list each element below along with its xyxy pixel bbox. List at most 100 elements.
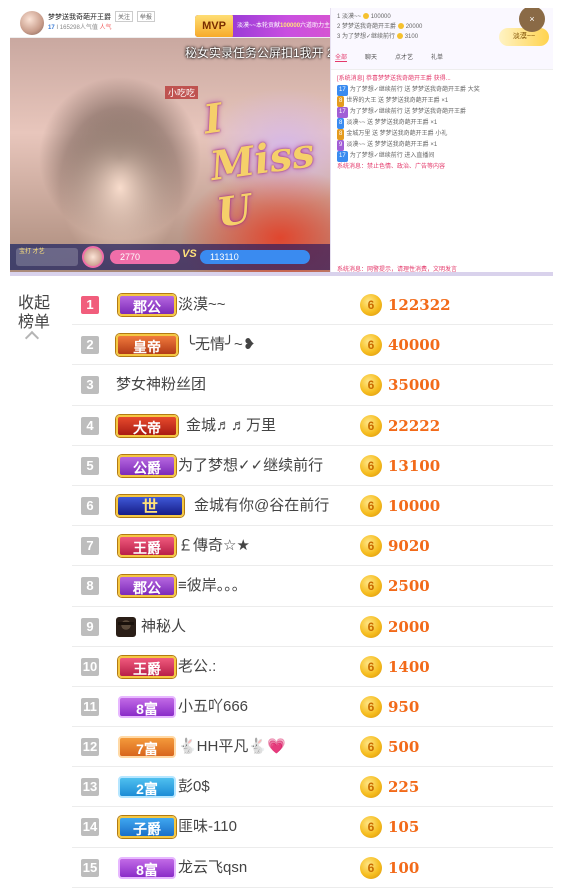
coin-icon: 6	[360, 776, 382, 799]
overlay-tag: 小吃吃	[165, 86, 199, 99]
chat-message: 8 金城万里 送 梦梦送我奇葩开王爵 小礼	[337, 129, 547, 140]
coin-icon: 6	[360, 494, 382, 517]
chat-message-text: 淡漠~~ 送 梦梦送我奇葩开王爵 ×1	[346, 142, 438, 148]
user-name[interactable]: 老公.:	[178, 657, 216, 677]
user-name[interactable]: 金城♬♬万里	[186, 416, 276, 436]
chat-message: 系统消息：禁止色情、政治、广告等内容	[337, 162, 547, 173]
user-name[interactable]: 龙云飞qsn	[178, 858, 247, 878]
chat-message: 17 为了梦想✓继续前行 送 梦梦送我奇葩开王爵	[337, 107, 547, 118]
rank-name: 为了梦想✓继续前行	[342, 34, 396, 40]
leaderboard-row[interactable]: 5 公爵 为了梦想✓✓继续前行 6 13100	[72, 446, 553, 486]
leaderboard-row[interactable]: 7 王爵 ￡傳奇☆★ 6 9020	[72, 526, 553, 567]
coin-icon: 6	[360, 334, 382, 357]
leaderboard-row[interactable]: 10 王爵 老公.: 6 1400	[72, 647, 553, 687]
leaderboard-row[interactable]: 3 梦女神粉丝团 6 35000	[72, 365, 553, 406]
contribution-amount: 40000	[388, 336, 441, 355]
mvp-badge: MVP	[195, 15, 233, 37]
rank-number: 8	[81, 577, 99, 596]
coin-icon: 6	[360, 414, 382, 437]
leaderboard-row[interactable]: 4 大帝 金城♬♬万里 6 22222	[72, 406, 553, 446]
pk-avatar[interactable]	[82, 246, 104, 268]
chat-tab[interactable]: 聊天	[365, 52, 377, 62]
leaderboard-row[interactable]: 12 7富 🐇HH平凡🐇💗 6 500	[72, 727, 553, 768]
chat-message-text: 为了梦想✓继续前行 送 梦梦送我奇葩开王爵 大奖	[349, 87, 480, 93]
contribution-amount: 13100	[388, 456, 441, 475]
user-name[interactable]: 匪味-110	[178, 817, 237, 837]
contribution-amount: 1400	[388, 657, 430, 676]
user-name[interactable]: 为了梦想✓✓继续前行	[178, 456, 323, 476]
coin-icon: 6	[360, 374, 382, 397]
chat-tab[interactable]: 全部	[335, 52, 348, 62]
leaderboard-row[interactable]: 2 皇帝 ╰无情╯~❥ 6 40000	[72, 325, 553, 366]
rank-number: 7	[81, 537, 99, 556]
chat-messages: [系统消息] 恭喜梦梦送我奇葩开王爵 获得... 17 为了梦想✓继续前行 送 梦梦…	[331, 70, 553, 177]
chat-footer: 系统消息：网警提示，请理性消费，文明发言	[337, 267, 458, 273]
chat-tabs: 全部 聊天 点才艺 礼单	[335, 52, 443, 62]
contribution-amount: 9020	[388, 537, 430, 556]
leaderboard-row[interactable]: 8 郡公 ≡彼岸。。。 6 2500	[72, 566, 553, 607]
contribution-amount: 100	[388, 858, 420, 877]
video-area[interactable]: 小吃吃 秘女实录任务公屏扣1我开 200+… I Miss U 宝打 才艺 27…	[10, 38, 366, 272]
user-name[interactable]: 神秘人	[141, 617, 186, 637]
rank-badge: 郡公	[118, 575, 176, 598]
streamer-avatar[interactable]	[20, 11, 44, 35]
rank-badge: 公爵	[118, 454, 176, 477]
heat-text: 人气	[99, 25, 112, 31]
chat-message-text: 系统消息：禁止色情、政治、广告等内容	[337, 164, 446, 170]
leaderboard-row[interactable]: 14 子爵 匪味-110 6 105	[72, 807, 553, 848]
chat-message-text: 世界的大王 送 梦梦送我奇葩开王爵 ×1	[346, 98, 449, 104]
leaderboard-row[interactable]: 1 郡公 淡漠~~ 6 122322	[72, 285, 553, 326]
follow-button[interactable]: 关注	[114, 11, 133, 22]
rank-number: 13	[81, 778, 99, 797]
pk-left-score: 2770	[110, 250, 180, 264]
leaderboard-row[interactable]: 15 8富 龙云飞qsn 6 100	[72, 848, 553, 888]
chat-message-text: 为了梦想✓继续前行 进入直播间	[349, 153, 435, 159]
lucky-user-badge[interactable]: 淡漠~~	[499, 28, 549, 46]
chevron-up-icon[interactable]	[24, 330, 40, 346]
contribution-amount: 2500	[388, 577, 430, 596]
user-name[interactable]: ╰无情╯~❥	[186, 335, 255, 355]
leaderboard: 1 郡公 淡漠~~ 6 122322 2 皇帝 ╰无情╯~❥ 6 40000 3 梦女神粉丝团 6 350…	[72, 285, 553, 888]
user-name[interactable]: 金城有你@谷在前行	[194, 496, 329, 516]
user-name[interactable]: 淡漠~~	[178, 295, 226, 315]
leaderboard-row[interactable]: 9 神秘人 6 2000	[72, 607, 553, 647]
rank-number: 10	[81, 657, 99, 676]
chat-message-text: 淡漠~~ 送 梦梦送我奇葩开王爵 ×1	[346, 120, 438, 126]
user-name[interactable]: 小五吖666	[178, 697, 248, 717]
report-button[interactable]: 举报	[136, 11, 155, 22]
leaderboard-row[interactable]: 13 2富 彭0$ 6 225	[72, 767, 553, 808]
chat-message: [系统消息] 恭喜梦梦送我奇葩开王爵 获得...	[337, 74, 547, 85]
rank-name: 梦梦送我奇葩开王爵	[342, 24, 397, 30]
user-name[interactable]: 🐇HH平凡🐇💗	[178, 737, 286, 757]
leaderboard-row[interactable]: 6 世金城有你@谷在前行 6 10000	[72, 486, 553, 527]
chat-message-text: 为了梦想✓继续前行 送 梦梦送我奇葩开王爵	[349, 109, 467, 115]
rank-number: 14	[81, 818, 99, 837]
live-stream-panel: 梦梦送我奇葩开王爵 关注 举报 17 Ⅰ 165298人气值 人气 小吃吃 秘女…	[10, 8, 553, 276]
mvp-highlight: 100000	[280, 23, 301, 29]
leaderboard-row[interactable]: 11 8富 小五吖666 6 950	[72, 687, 553, 728]
level-badge: 17	[337, 107, 348, 118]
user-name[interactable]: ￡傳奇☆★	[178, 536, 250, 556]
rank-badge: 郡公	[118, 294, 176, 316]
level-badge: 8	[337, 96, 345, 107]
contribution-rank: 1 淡漠~~ 100000 2 梦梦送我奇葩开王爵 20000 3 为了梦想✓继续前…	[337, 12, 422, 42]
chat-tab[interactable]: 礼单	[431, 52, 443, 62]
chat-message: 9 淡漠~~ 送 梦梦送我奇葩开王爵 ×1	[337, 140, 547, 151]
user-name[interactable]: 梦女神粉丝团	[116, 375, 206, 395]
user-name[interactable]: ≡彼岸。。。	[178, 576, 247, 596]
user-name[interactable]: 彭0$	[178, 777, 210, 797]
level-badge: 9	[337, 140, 345, 151]
rank-number: 5	[81, 456, 99, 475]
collapse-board-button[interactable]: 收起榜单	[14, 294, 54, 332]
contribution-amount: 105	[388, 818, 420, 837]
contribution-amount: 10000	[388, 496, 441, 515]
rank-badge: 子爵	[118, 816, 176, 839]
coin-icon: 6	[360, 736, 382, 759]
contribution-amount: 35000	[388, 376, 441, 395]
chat-message-text: 金城万里 送 梦梦送我奇葩开王爵 小礼	[346, 131, 448, 137]
mvp-text-prefix: 淡漠~~本轮贡献	[237, 23, 281, 29]
room-title: 梦梦送我奇葩开王爵	[48, 14, 111, 21]
contribution-amount: 22222	[388, 416, 441, 435]
rank-badge: 王爵	[118, 535, 176, 558]
chat-tab[interactable]: 点才艺	[395, 52, 413, 62]
